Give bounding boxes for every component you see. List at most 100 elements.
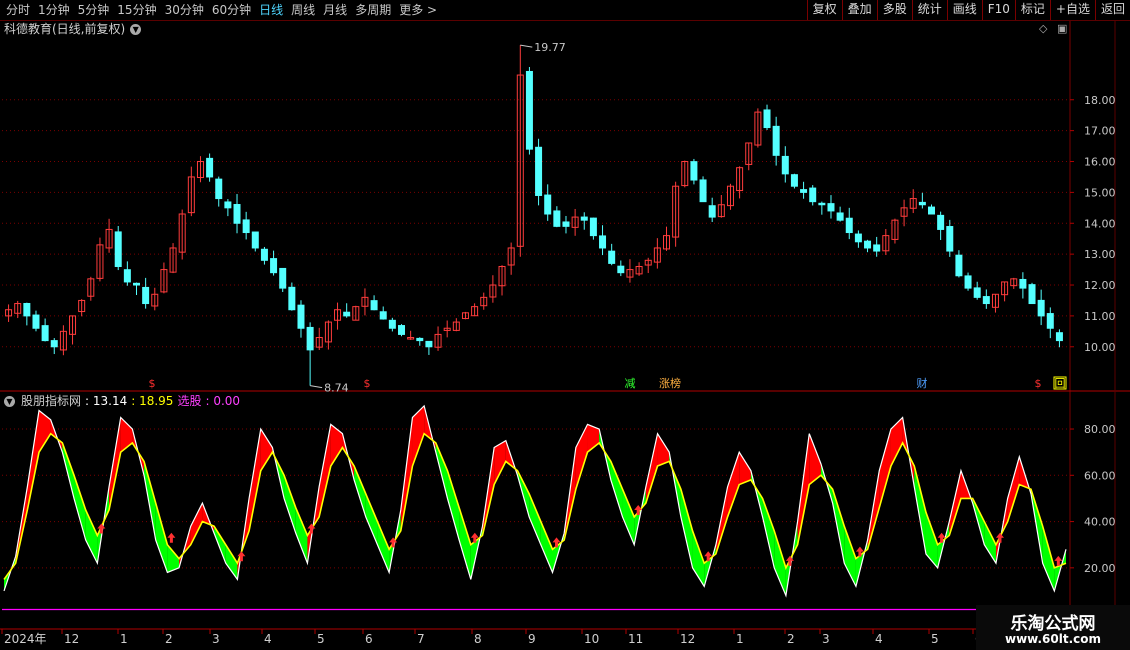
period-tab-8[interactable]: 月线 xyxy=(319,0,351,20)
candle-body xyxy=(105,228,113,249)
x-axis-label: 3 xyxy=(212,632,220,646)
candle-body xyxy=(334,309,342,321)
buy-arrow-icon xyxy=(237,551,246,562)
x-axis-label: 12 xyxy=(64,632,79,646)
bear-fill-segment xyxy=(704,544,716,587)
bull-fill-segment xyxy=(960,470,973,504)
period-tab-0[interactable]: 分时 xyxy=(2,0,34,20)
bull-fill-segment xyxy=(412,405,425,467)
period-tab-5[interactable]: 60分钟 xyxy=(208,0,255,20)
candle-body xyxy=(142,286,150,305)
bear-fill-segment xyxy=(155,503,168,573)
candle-body xyxy=(23,302,31,317)
candle-body xyxy=(717,204,725,218)
stock-title[interactable]: 科德教育(日线,前复权) ▼ xyxy=(4,21,142,37)
candle-body xyxy=(827,203,835,212)
bear-fill-segment xyxy=(984,521,996,564)
bear-fill-segment xyxy=(610,461,623,517)
period-tab-2[interactable]: 5分钟 xyxy=(74,0,114,20)
toolbar-button-0[interactable]: 复权 xyxy=(806,0,842,20)
candle-body xyxy=(763,109,771,129)
candle-body xyxy=(416,337,424,342)
toolbar-button-7[interactable]: +自选 xyxy=(1049,0,1095,20)
diamond-icon[interactable]: ◇ xyxy=(1039,22,1047,35)
bear-fill-segment xyxy=(354,466,366,517)
period-tab-7[interactable]: 周线 xyxy=(287,0,319,20)
candle-body xyxy=(690,161,698,181)
toolbar-button-5[interactable]: F10 xyxy=(981,0,1015,20)
candle-body xyxy=(160,269,168,293)
x-axis-label: 4 xyxy=(264,632,272,646)
candle-body xyxy=(306,326,314,351)
candle-body xyxy=(443,327,451,331)
candle-body xyxy=(14,303,22,314)
candle-body xyxy=(845,217,853,234)
candle-body xyxy=(324,321,332,343)
candle-body xyxy=(854,233,862,243)
chevron-down-icon[interactable]: ▼ xyxy=(4,395,15,407)
bull-fill-segment xyxy=(1019,456,1031,494)
x-axis-label: 12 xyxy=(680,632,695,646)
candle-body xyxy=(608,250,616,264)
bull-fill-segment xyxy=(15,486,28,564)
period-tab-3[interactable]: 15分钟 xyxy=(113,0,160,20)
candle-body xyxy=(900,207,908,217)
bear-fill-segment xyxy=(762,498,775,568)
period-tab-4[interactable]: 30分钟 xyxy=(161,0,208,20)
candle-body xyxy=(123,269,131,283)
candle-body xyxy=(352,306,360,321)
event-marker: $ xyxy=(364,377,371,390)
candle-body xyxy=(562,221,570,227)
toolbar-button-4[interactable]: 画线 xyxy=(946,0,982,20)
x-axis-label: 8 xyxy=(474,632,482,646)
x-axis-label: 4 xyxy=(875,632,883,646)
bull-fill-segment xyxy=(482,447,495,536)
bear-fill-segment xyxy=(459,507,471,580)
x-axis-label: 5 xyxy=(317,632,325,646)
bear-fill-segment xyxy=(774,530,786,596)
candle-body xyxy=(260,248,268,261)
toolbar-button-8[interactable]: 返回 xyxy=(1094,0,1130,20)
candle-body xyxy=(78,299,86,313)
candle-body xyxy=(96,244,104,279)
candle-body xyxy=(5,309,13,317)
period-tab-1[interactable]: 1分钟 xyxy=(34,0,74,20)
candle-body xyxy=(800,189,808,193)
candle-body xyxy=(955,254,963,277)
candle-body xyxy=(891,219,899,240)
candle-body xyxy=(315,337,323,348)
toolbar-button-6[interactable]: 标记 xyxy=(1014,0,1050,20)
toolbar-button-1[interactable]: 叠加 xyxy=(841,0,877,20)
bear-fill-segment xyxy=(389,510,401,573)
bear-fill-segment xyxy=(435,442,448,499)
period-tab-10[interactable]: 更多 > xyxy=(395,0,441,20)
stock-title-text: 科德教育(日线,前复权) xyxy=(4,22,126,36)
toolbar-button-3[interactable]: 统计 xyxy=(911,0,947,20)
chevron-down-icon[interactable]: ▼ xyxy=(130,23,142,35)
bear-fill-segment xyxy=(540,521,553,573)
candle-body xyxy=(133,282,140,286)
window-icon[interactable]: ▣ xyxy=(1057,22,1067,35)
candle-body xyxy=(909,198,917,209)
candle-body xyxy=(498,265,506,287)
candle-body xyxy=(87,278,95,297)
candle-body xyxy=(873,244,881,252)
watermark: 乐淘公式网 www.60lt.com xyxy=(976,605,1130,650)
period-tab-9[interactable]: 多周期 xyxy=(351,0,395,20)
bear-fill-segment xyxy=(785,521,798,596)
candle-body xyxy=(41,325,49,342)
bull-fill-segment xyxy=(645,433,658,504)
x-axis-label: 1 xyxy=(736,632,744,646)
bear-fill-segment xyxy=(517,470,530,517)
candle-body xyxy=(681,161,689,187)
fast-line xyxy=(3,404,1067,598)
period-tab-6[interactable]: 日线 xyxy=(255,0,287,20)
bear-fill-segment xyxy=(1042,526,1055,591)
toolbar-button-2[interactable]: 多股 xyxy=(876,0,912,20)
candle-body xyxy=(178,213,186,253)
buy-arrow-icon xyxy=(307,523,316,534)
candle-body xyxy=(964,275,972,289)
bear-fill-segment xyxy=(284,475,296,534)
candle-body xyxy=(251,231,259,249)
bull-fill-segment xyxy=(657,433,670,467)
